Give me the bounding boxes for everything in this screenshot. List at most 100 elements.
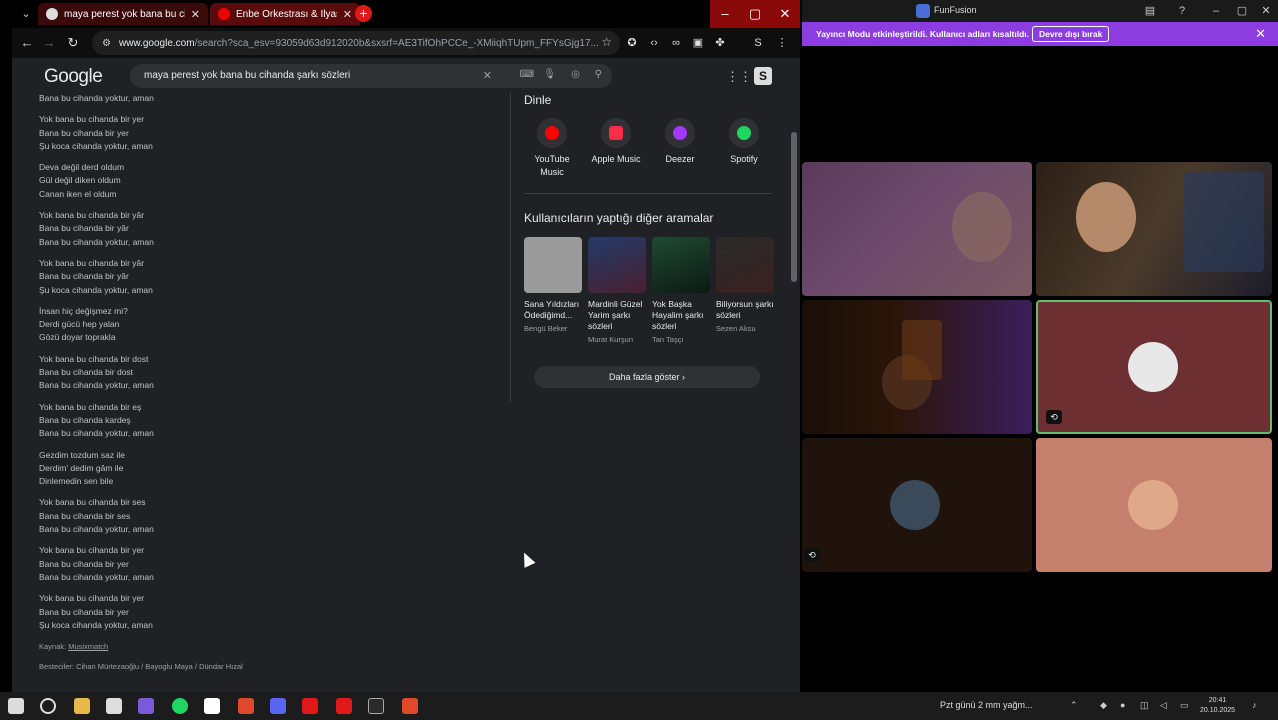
app-icon[interactable] xyxy=(302,698,318,714)
help-icon[interactable]: ? xyxy=(1174,3,1190,19)
notepad-icon[interactable] xyxy=(106,698,122,714)
search-icon[interactable]: ⚲ xyxy=(595,69,602,80)
video-tile[interactable] xyxy=(802,162,1032,296)
browser-app-icon[interactable] xyxy=(402,698,418,714)
video-tile[interactable] xyxy=(1036,162,1272,296)
network-icon[interactable]: ◫ xyxy=(1140,700,1149,711)
card-subtitle: Bengü Beker xyxy=(524,324,568,333)
browser-app-icon[interactable] xyxy=(238,698,254,714)
bookmark-star-icon[interactable]: ☆ xyxy=(601,35,612,49)
new-tab-button[interactable]: + xyxy=(355,5,372,22)
tray-chevron-icon[interactable]: ⌃ xyxy=(1070,700,1078,711)
lyric-line: Derdi gücü hep yalan xyxy=(39,319,120,330)
spotify-link[interactable]: Spotify xyxy=(714,118,774,166)
puzzle-icon[interactable]: ✤ xyxy=(712,35,728,51)
lyric-line: Şu koca cihanda yoktur, aman xyxy=(39,619,153,630)
participant-face xyxy=(1076,182,1136,252)
clear-search-icon[interactable]: ✕ xyxy=(483,69,492,82)
source-link[interactable]: Musixmatch xyxy=(68,642,108,651)
close-window-button[interactable]: ✕ xyxy=(1258,3,1274,19)
tab-youtube[interactable]: Enbe Orkestrası & İlyas Yalçıntaş ✕ xyxy=(210,3,360,25)
app-icon[interactable] xyxy=(336,698,352,714)
microphone-icon[interactable]: ● xyxy=(1120,700,1125,710)
back-arrow-icon[interactable]: ← xyxy=(18,34,36,52)
lyric-verse: İnsan hiç değişmez mi? Derdi gücü hep yal… xyxy=(39,305,499,345)
system-clock[interactable]: 20:41 20.10.2025 xyxy=(1200,696,1235,716)
minimize-button[interactable]: – xyxy=(1208,3,1224,19)
video-tile[interactable] xyxy=(802,300,1032,434)
search-icon[interactable] xyxy=(40,698,56,714)
lens-icon[interactable]: ◎ xyxy=(571,69,580,80)
volume-icon[interactable]: ◁ xyxy=(1160,700,1167,711)
mouse-cursor-icon xyxy=(518,550,536,568)
maximize-button[interactable]: ▢ xyxy=(740,0,770,28)
maximize-button[interactable]: ▢ xyxy=(1234,3,1250,19)
weather-widget[interactable]: Pzt günü 2 mm yağm... xyxy=(940,700,1033,710)
page-scrollbar[interactable] xyxy=(789,60,799,690)
account-avatar[interactable]: S xyxy=(754,67,772,85)
minimize-button[interactable]: – xyxy=(710,0,740,28)
lyric-line: Şu koca cihanda yoktur, aman xyxy=(39,284,153,295)
video-tile[interactable]: ⟲ xyxy=(802,438,1032,572)
translate-icon[interactable]: ▣ xyxy=(690,35,706,51)
google-search-input[interactable]: maya perest yok bana bu cihanda şarkı sö… xyxy=(130,64,612,88)
google-logo[interactable]: Google xyxy=(44,66,103,88)
spotify-icon[interactable] xyxy=(172,698,188,714)
close-window-button[interactable]: ✕ xyxy=(770,0,800,28)
disable-streamer-mode-button[interactable]: Devre dışı bırak xyxy=(1032,26,1110,42)
lyric-verse: Yok bana bu cihanda bir yer Bana bu cihan… xyxy=(39,592,499,632)
tab-search-icon[interactable]: ⌄ xyxy=(18,6,34,22)
battery-icon[interactable]: ▭ xyxy=(1180,700,1189,711)
tab-google-search[interactable]: maya perest yok bana bu cihan ✕ xyxy=(38,3,208,25)
discord-icon[interactable] xyxy=(270,698,286,714)
tray-app-icon[interactable]: ◆ xyxy=(1100,700,1107,711)
lyric-line: Canan iken el oldum xyxy=(39,188,117,199)
card-thumbnail xyxy=(524,237,582,293)
video-tile[interactable] xyxy=(1036,438,1272,572)
forward-arrow-icon[interactable]: → xyxy=(40,34,58,52)
show-more-button[interactable]: Daha fazla göster › xyxy=(534,366,760,388)
keyboard-icon[interactable]: ⌨ xyxy=(520,69,534,80)
close-banner-icon[interactable]: ✕ xyxy=(1255,26,1266,42)
microphone-icon[interactable]: 🎙 xyxy=(543,69,556,80)
youtube-music-link[interactable]: YouTube Music xyxy=(522,118,582,179)
google-favicon-icon xyxy=(46,8,58,20)
related-search-card[interactable]: Sana Yıldızları Ödediğimd... Bengü Beker xyxy=(524,237,582,333)
deezer-link[interactable]: Deezer xyxy=(650,118,710,166)
card-title: Yok Başka Hayalim şarkı sözleri xyxy=(652,299,704,331)
link-icon[interactable]: ∞ xyxy=(668,35,684,51)
site-info-icon[interactable]: ⚙ xyxy=(102,38,111,49)
close-tab-icon[interactable]: ✕ xyxy=(191,8,200,21)
close-tab-icon[interactable]: ✕ xyxy=(343,8,352,21)
lyric-line: Bana bu cihanda yoktur, aman xyxy=(39,236,154,247)
clock-time: 20:41 xyxy=(1208,697,1227,704)
section-divider xyxy=(524,193,772,194)
related-search-card[interactable]: Yok Başka Hayalim şarkı sözleri Tan Taşç… xyxy=(652,237,710,344)
reload-icon[interactable]: ↻ xyxy=(64,34,82,52)
inbox-icon[interactable]: ▤ xyxy=(1142,3,1158,19)
lyric-line: Yok bana bu cihanda bir yâr xyxy=(39,210,145,221)
code-icon[interactable]: ‹› xyxy=(646,35,662,51)
window-background xyxy=(1184,172,1264,272)
address-bar[interactable]: ⚙ www.google.com /search?sca_esv=93059d6… xyxy=(92,31,620,55)
menu-dots-icon[interactable]: ⋮ xyxy=(774,35,790,51)
apple-music-link[interactable]: Apple Music xyxy=(586,118,646,166)
profile-icon[interactable]: S xyxy=(750,35,766,51)
notification-bell-icon[interactable]: ♪ xyxy=(1252,700,1257,710)
extension-icon[interactable]: ✪ xyxy=(624,35,640,51)
related-search-card[interactable]: Mardinli Güzel Yarim şarkı sözleri Murat… xyxy=(588,237,646,344)
active-speaker-tile[interactable]: ⟲ xyxy=(1036,300,1272,434)
apple-music-icon xyxy=(601,118,631,148)
tab-bar: ⌄ maya perest yok bana bu cihan ✕ Enbe O… xyxy=(12,0,800,28)
tiktok-icon[interactable] xyxy=(204,698,220,714)
windows-start-icon[interactable] xyxy=(8,698,24,714)
listen-heading: Dinle xyxy=(524,93,552,107)
related-search-card[interactable]: Biliyorsun şarkı sözleri Sezen Aksu xyxy=(716,237,774,333)
lyric-verse: Yok bana bu cihanda bir dost Bana bu ciha… xyxy=(39,353,499,393)
app-icon[interactable] xyxy=(368,698,384,714)
scrollbar-thumb[interactable] xyxy=(791,132,797,282)
app-icon[interactable] xyxy=(138,698,154,714)
lyric-line: Bana bu cihanda bir dost xyxy=(39,367,134,378)
file-explorer-icon[interactable] xyxy=(74,698,90,714)
lyric-line: Bana bu cihanda bir yâr xyxy=(39,271,129,282)
